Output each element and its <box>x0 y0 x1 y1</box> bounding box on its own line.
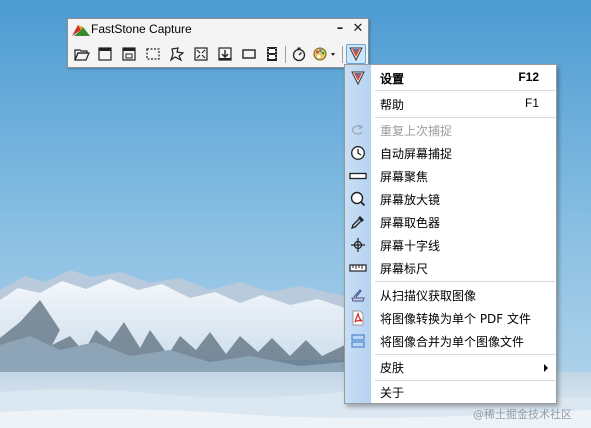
capture-fixed-region-button[interactable] <box>239 44 259 64</box>
capture-toolbar <box>71 44 367 66</box>
menu-item-label: 屏幕标尺 <box>380 262 429 276</box>
menu-item-magnifier[interactable]: 屏幕放大镜 <box>345 188 556 210</box>
close-button[interactable]: ✕ <box>351 22 365 36</box>
menu-item-label: 将图像合并为单个图像文件 <box>380 335 525 349</box>
capture-active-window-icon <box>98 47 112 61</box>
settings-menu-icon <box>349 47 363 62</box>
menu-item-label: 自动屏幕捕捉 <box>380 147 453 161</box>
settings-dropdown-menu: 设置 F12 帮助 F1 重复上次捕捉 自动屏幕捕捉 屏幕聚焦 屏幕放大镜 屏幕… <box>344 64 557 404</box>
capture-freehand-icon <box>169 47 185 62</box>
pdf-icon <box>347 309 369 327</box>
repeat-capture-icon <box>347 121 369 139</box>
toolbar-divider <box>285 46 286 63</box>
open-folder-icon <box>74 49 90 61</box>
capture-rectangle-icon <box>146 48 160 60</box>
menu-item-label: 皮肤 <box>380 361 405 375</box>
menu-item-label: 将图像转换为单个 PDF 文件 <box>380 312 532 326</box>
capture-active-window-button[interactable] <box>95 44 115 64</box>
menu-item-color-picker[interactable]: 屏幕取色器 <box>345 211 556 233</box>
capture-window-object-button[interactable] <box>119 44 139 64</box>
focus-bar-icon <box>347 167 369 185</box>
faststone-capture-window: FastStone Capture – ✕ <box>67 18 369 68</box>
eyedropper-icon <box>347 213 369 231</box>
window-title: FastStone Capture <box>91 22 192 36</box>
menu-separator <box>375 281 555 282</box>
scanner-icon <box>347 286 369 304</box>
open-folder-button[interactable] <box>72 44 92 64</box>
menu-item-to-pdf[interactable]: 将图像转换为单个 PDF 文件 <box>345 307 556 329</box>
menu-separator <box>375 354 555 355</box>
minimize-button[interactable]: – <box>333 22 347 36</box>
menu-item-shortcut: F1 <box>524 96 539 110</box>
crosshair-icon <box>347 236 369 254</box>
menu-item-label: 从扫描仪获取图像 <box>380 289 477 303</box>
menu-item-skin[interactable]: 皮肤 <box>345 356 556 378</box>
menu-item-settings[interactable]: 设置 F12 <box>345 67 556 89</box>
menu-separator <box>375 90 555 91</box>
menu-item-label: 屏幕取色器 <box>380 216 441 230</box>
output-destination-icon <box>313 47 335 61</box>
capture-rectangle-button[interactable] <box>143 44 163 64</box>
capture-window-object-icon <box>122 47 136 61</box>
menu-item-about[interactable]: 关于 <box>345 381 556 403</box>
toolbar-divider <box>342 46 343 63</box>
menu-item-label: 重复上次捕捉 <box>380 124 453 138</box>
menu-item-merge-images[interactable]: 将图像合并为单个图像文件 <box>345 330 556 352</box>
faststone-logo-icon <box>72 25 90 36</box>
settings-menu-button[interactable] <box>346 44 366 64</box>
menu-item-screen-focus[interactable]: 屏幕聚焦 <box>345 165 556 187</box>
delay-timer-icon <box>292 47 306 62</box>
capture-fullscreen-icon <box>194 47 208 61</box>
screen-recorder-icon <box>267 47 277 61</box>
menu-item-scanner[interactable]: 从扫描仪获取图像 <box>345 284 556 306</box>
window-titlebar[interactable]: FastStone Capture – ✕ <box>68 19 368 41</box>
capture-fullscreen-button[interactable] <box>191 44 211 64</box>
submenu-arrow-icon <box>544 364 548 372</box>
merge-images-icon <box>347 332 369 350</box>
menu-item-repeat-last-capture[interactable]: 重复上次捕捉 <box>345 119 556 141</box>
delay-timer-button[interactable] <box>289 44 309 64</box>
menu-item-ruler[interactable]: 屏幕标尺 <box>345 257 556 279</box>
ruler-icon <box>347 259 369 277</box>
menu-item-auto-capture[interactable]: 自动屏幕捕捉 <box>345 142 556 164</box>
menu-item-shortcut: F12 <box>518 70 539 84</box>
settings-icon <box>347 69 369 87</box>
menu-item-help[interactable]: 帮助 F1 <box>345 93 556 115</box>
menu-item-label: 屏幕放大镜 <box>380 193 441 207</box>
menu-separator <box>375 117 555 118</box>
capture-freehand-button[interactable] <box>167 44 187 64</box>
menu-item-label: 设置 <box>380 72 405 86</box>
capture-fixed-region-icon <box>242 49 256 59</box>
watermark-text: @稀土掘金技术社区 <box>473 408 572 421</box>
menu-item-label: 帮助 <box>380 98 405 112</box>
output-destination-button[interactable] <box>311 44 339 64</box>
clock-icon <box>347 144 369 162</box>
magnifier-icon <box>347 190 369 208</box>
menu-item-label: 屏幕十字线 <box>380 239 441 253</box>
screen-recorder-button[interactable] <box>262 44 282 64</box>
menu-item-label: 屏幕聚焦 <box>380 170 429 184</box>
menu-item-label: 关于 <box>380 386 405 400</box>
capture-scrolling-button[interactable] <box>215 44 235 64</box>
capture-scrolling-icon <box>218 47 232 61</box>
menu-item-crosshair[interactable]: 屏幕十字线 <box>345 234 556 256</box>
